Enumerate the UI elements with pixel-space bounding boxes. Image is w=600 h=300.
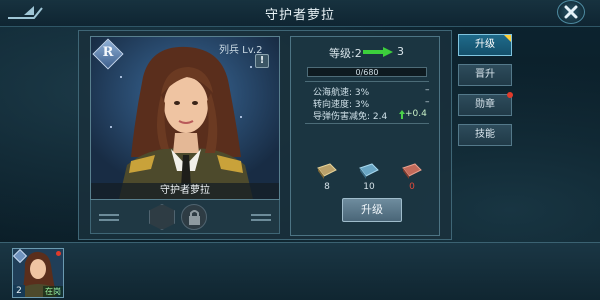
- close-button[interactable]: [557, 0, 585, 24]
- exp-book-blue-icon[interactable]: [358, 162, 380, 180]
- tab-skills[interactable]: 技能: [458, 124, 512, 146]
- stat-missile-reduction: 导弹伤害减免: 2.4: [313, 112, 388, 122]
- stat-turn-speed-change: –: [425, 97, 430, 107]
- level-next: 3: [397, 45, 404, 58]
- thumb-status: 在岗: [43, 286, 63, 297]
- level-arrow-icon: [363, 47, 393, 57]
- xp-text: 0/680: [355, 68, 379, 77]
- thumb-level: 2: [13, 285, 25, 297]
- page-title: 守护者萝拉: [264, 8, 335, 23]
- officer-name: 守护者萝拉: [91, 183, 279, 199]
- level-current: 等级:2: [329, 47, 362, 60]
- tab-upgrade-label: 升级: [475, 39, 495, 50]
- tab-corner-marker: [504, 35, 511, 42]
- officer-roster-bar: [0, 242, 600, 300]
- upgrade-button[interactable]: 升级: [342, 198, 402, 222]
- officer-portrait: [91, 37, 279, 199]
- stripes-decor-right: [251, 214, 271, 221]
- divider: [305, 123, 429, 124]
- stat-missile-reduction-change: +0.4: [405, 109, 427, 119]
- exp-book-bronze-count: 8: [324, 182, 330, 192]
- exp-book-blue-count: 10: [363, 182, 375, 192]
- tab-medal[interactable]: 勋章: [458, 92, 513, 116]
- exp-book-red-icon[interactable]: [401, 162, 423, 180]
- officer-card[interactable]: R 列兵 Lv.2 ! 守护者萝拉: [90, 36, 280, 200]
- tab-upgrade[interactable]: 升级: [458, 34, 512, 56]
- tab-promote[interactable]: 晋升: [458, 64, 512, 86]
- exp-book-bronze-icon[interactable]: [316, 162, 338, 180]
- top-bar: 守护者萝拉: [0, 0, 600, 27]
- tab-promote-label: 晋升: [475, 69, 495, 80]
- tab-medal-label: 勋章: [475, 99, 495, 110]
- divider: [305, 81, 429, 82]
- notification-dot: [507, 92, 513, 98]
- equipment-slot-locked[interactable]: [181, 204, 207, 230]
- officer-thumbnail[interactable]: 2 在岗: [12, 248, 64, 298]
- tab-skills-label: 技能: [475, 129, 495, 140]
- stat-sea-speed-change: –: [425, 85, 430, 95]
- exp-book-red-count: 0: [409, 182, 415, 192]
- close-icon: [564, 5, 578, 19]
- equipment-slots: [90, 200, 280, 234]
- rank-letter: R: [102, 45, 114, 60]
- lock-icon: [189, 210, 200, 225]
- info-icon[interactable]: !: [255, 54, 269, 68]
- xp-progress-bar: 0/680: [307, 67, 427, 77]
- notification-dot: [56, 251, 61, 256]
- stripes-decor-left: [99, 214, 119, 221]
- equipment-slot-hex[interactable]: [149, 204, 175, 230]
